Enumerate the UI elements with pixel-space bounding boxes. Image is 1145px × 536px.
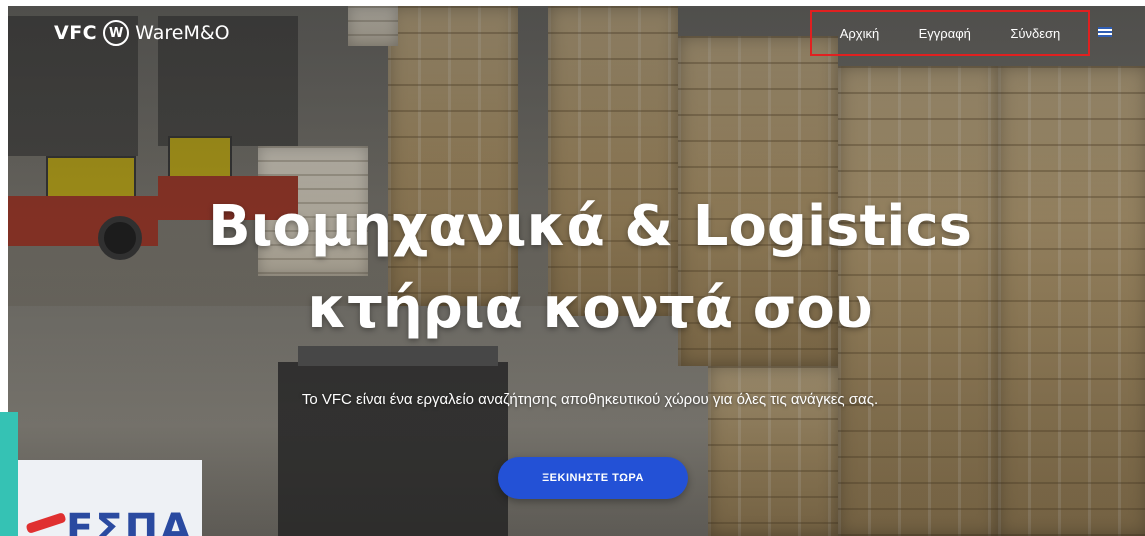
logo-brand: VFC bbox=[54, 22, 98, 44]
nav-home-link[interactable]: Αρχική bbox=[840, 26, 880, 41]
hero-headline-line1: Βιομηχανικά & Logistics bbox=[208, 194, 972, 259]
hero-subtitle: Το VFC είναι ένα εργαλείο αναζήτησης απο… bbox=[301, 391, 879, 408]
hero-headline: Βιομηχανικά & Logistics κτήρια κοντά σου bbox=[140, 186, 1040, 350]
espa-logo-text: ΕΣΠΑ bbox=[66, 506, 194, 536]
espa-accent-bar bbox=[0, 412, 18, 536]
logo-product: WareM&O bbox=[135, 22, 230, 44]
espa-swoosh-icon bbox=[25, 512, 67, 534]
nav-register-link[interactable]: Εγγραφή bbox=[919, 26, 971, 41]
hero-headline-line2: κτήρια κοντά σου bbox=[307, 276, 873, 341]
start-now-button[interactable]: ΞΕΚΙΝΗΣΤΕ ΤΩΡΑ bbox=[498, 457, 688, 499]
greek-flag-icon[interactable] bbox=[1098, 27, 1112, 37]
logo-mark-icon: W bbox=[103, 20, 130, 46]
espa-badge[interactable]: ΕΣΠΑ bbox=[18, 460, 202, 536]
main-nav: Αρχική Εγγραφή Σύνδεση bbox=[810, 10, 1090, 56]
site-logo[interactable]: VFC W WareM&O bbox=[54, 18, 230, 48]
nav-login-link[interactable]: Σύνδεση bbox=[1010, 26, 1060, 41]
logo-mark: W bbox=[108, 25, 124, 41]
